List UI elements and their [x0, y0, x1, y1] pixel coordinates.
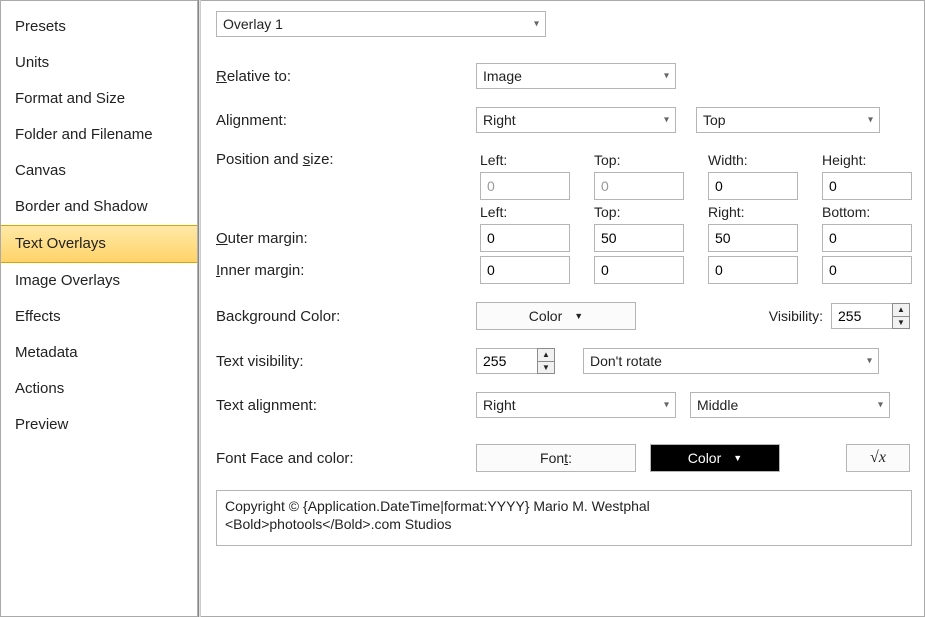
font-button[interactable]: Font:	[476, 444, 636, 472]
chevron-down-icon: ▾	[664, 71, 669, 82]
rotate-dropdown[interactable]: Don't rotate ▾	[583, 348, 879, 374]
triangle-down-icon: ▼	[733, 453, 742, 463]
triangle-down-icon: ▼	[574, 311, 583, 321]
sidebar-item-metadata[interactable]: Metadata	[1, 335, 197, 371]
relative-to-dropdown[interactable]: Image ▾	[476, 63, 676, 89]
text-visibility-input[interactable]	[476, 348, 538, 374]
chevron-down-icon: ▾	[868, 115, 873, 126]
relative-to-label: Relative to:	[216, 68, 476, 85]
font-face-color-label: Font Face and color:	[216, 450, 476, 467]
text-visibility-spinner[interactable]: ▲ ▼	[476, 348, 555, 374]
chevron-down-icon: ▾	[867, 356, 872, 367]
spin-up-icon[interactable]: ▲	[892, 303, 910, 316]
outer-bottom-input[interactable]	[822, 224, 912, 252]
header-top: Top:	[594, 152, 704, 168]
chevron-down-icon: ▾	[534, 19, 539, 30]
spin-down-icon[interactable]: ▼	[892, 316, 910, 329]
main-panel: Overlay 1 ▾ Relative to: Image ▾ Alignme…	[198, 1, 924, 616]
outer-right-input[interactable]	[708, 224, 798, 252]
background-color-label: Background Color:	[216, 308, 476, 325]
outer-left-input[interactable]	[480, 224, 570, 252]
overlay-selector-value: Overlay 1	[223, 16, 283, 32]
sidebar-item-units[interactable]: Units	[1, 45, 197, 81]
header-left-2: Left:	[480, 204, 590, 220]
inner-margin-label: Inner margin:	[216, 262, 476, 279]
header-left: Left:	[480, 152, 590, 168]
pos-top-input	[594, 172, 684, 200]
sidebar-item-border-and-shadow[interactable]: Border and Shadow	[1, 189, 197, 225]
inner-right-input[interactable]	[708, 256, 798, 284]
outer-top-input[interactable]	[594, 224, 684, 252]
sidebar-item-effects[interactable]: Effects	[1, 299, 197, 335]
spin-up-icon[interactable]: ▲	[537, 348, 555, 361]
pos-left-input	[480, 172, 570, 200]
sidebar-item-actions[interactable]: Actions	[1, 371, 197, 407]
outer-margin-label: Outer margin:	[216, 230, 476, 247]
inner-bottom-input[interactable]	[822, 256, 912, 284]
position-size-label: Position and size:	[216, 151, 476, 168]
sqrt-icon: √x	[870, 449, 886, 467]
inner-top-input[interactable]	[594, 256, 684, 284]
chevron-down-icon: ▾	[664, 115, 669, 126]
chevron-down-icon: ▾	[878, 400, 883, 411]
alignment-v-dropdown[interactable]: Top ▾	[696, 107, 880, 133]
text-align-v-dropdown[interactable]: Middle ▾	[690, 392, 890, 418]
sidebar-item-presets[interactable]: Presets	[1, 9, 197, 45]
bg-visibility-spinner[interactable]: ▲ ▼	[831, 303, 910, 329]
sidebar-item-canvas[interactable]: Canvas	[1, 153, 197, 189]
sidebar-item-image-overlays[interactable]: Image Overlays	[1, 263, 197, 299]
bg-visibility-input[interactable]	[831, 303, 893, 329]
background-color-button[interactable]: Color ▼	[476, 302, 636, 330]
header-bottom: Bottom:	[822, 204, 924, 220]
sidebar-item-format-and-size[interactable]: Format and Size	[1, 81, 197, 117]
header-top-2: Top:	[594, 204, 704, 220]
text-alignment-label: Text alignment:	[216, 397, 476, 414]
header-right: Right:	[708, 204, 818, 220]
text-visibility-label: Text visibility:	[216, 353, 476, 370]
spin-down-icon[interactable]: ▼	[537, 361, 555, 374]
alignment-h-dropdown[interactable]: Right ▾	[476, 107, 676, 133]
sidebar-item-folder-and-filename[interactable]: Folder and Filename	[1, 117, 197, 153]
overlay-text-content[interactable]: Copyright © {Application.DateTime|format…	[216, 490, 912, 546]
sidebar-item-preview[interactable]: Preview	[1, 407, 197, 443]
visibility-label: Visibility:	[769, 308, 823, 324]
sidebar-item-text-overlays[interactable]: Text Overlays	[1, 225, 197, 263]
header-height: Height:	[822, 152, 924, 168]
overlay-selector[interactable]: Overlay 1 ▾	[216, 11, 546, 37]
alignment-label: Alignment:	[216, 112, 476, 129]
header-width: Width:	[708, 152, 818, 168]
text-align-h-dropdown[interactable]: Right ▾	[476, 392, 676, 418]
pos-width-input[interactable]	[708, 172, 798, 200]
font-color-button[interactable]: Color ▼	[650, 444, 780, 472]
sidebar: PresetsUnitsFormat and SizeFolder and Fi…	[1, 1, 198, 616]
inner-left-input[interactable]	[480, 256, 570, 284]
chevron-down-icon: ▾	[664, 400, 669, 411]
pos-height-input[interactable]	[822, 172, 912, 200]
formula-button[interactable]: √x	[846, 444, 910, 472]
